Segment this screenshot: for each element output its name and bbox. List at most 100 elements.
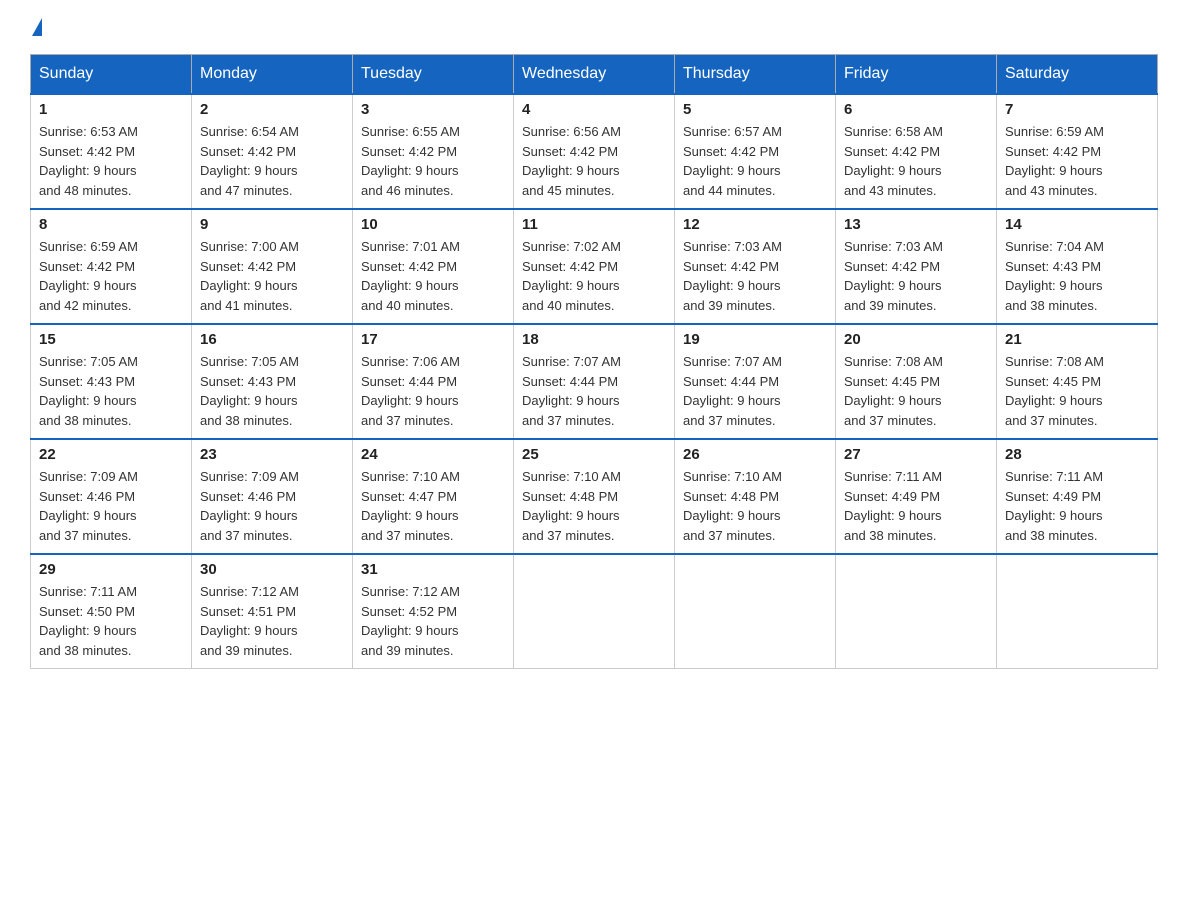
- calendar-cell: 19Sunrise: 7:07 AMSunset: 4:44 PMDayligh…: [675, 324, 836, 439]
- day-info: Sunrise: 6:55 AMSunset: 4:42 PMDaylight:…: [361, 122, 505, 200]
- calendar-cell: 2 Sunrise: 6:54 AMSunset: 4:42 PMDaylight…: [192, 94, 353, 209]
- day-number: 11: [522, 216, 666, 233]
- weekday-header-sunday: Sunday: [31, 55, 192, 95]
- day-number: 8: [39, 216, 183, 233]
- weekday-header-wednesday: Wednesday: [514, 55, 675, 95]
- weekday-header-tuesday: Tuesday: [353, 55, 514, 95]
- day-number: 14: [1005, 216, 1149, 233]
- calendar-cell: [675, 554, 836, 669]
- calendar-cell: 31 Sunrise: 7:12 AMSunset: 4:52 PMDayligh…: [353, 554, 514, 669]
- calendar-cell: 14 Sunrise: 7:04 AMSunset: 4:43 PMDayligh…: [997, 209, 1158, 324]
- calendar-cell: 21 Sunrise: 7:08 AMSunset: 4:45 PMDayligh…: [997, 324, 1158, 439]
- calendar-cell: 15 Sunrise: 7:05 AMSunset: 4:43 PMDayligh…: [31, 324, 192, 439]
- day-number: 15: [39, 331, 183, 348]
- day-info: Sunrise: 7:03 AMSunset: 4:42 PMDaylight:…: [683, 237, 827, 315]
- day-number: 24: [361, 446, 505, 463]
- day-info: Sunrise: 6:59 AMSunset: 4:42 PMDaylight:…: [1005, 122, 1149, 200]
- day-number: 4: [522, 101, 666, 118]
- day-info: Sunrise: 7:11 AMSunset: 4:50 PMDaylight:…: [39, 582, 183, 660]
- calendar-cell: 20 Sunrise: 7:08 AMSunset: 4:45 PMDayligh…: [836, 324, 997, 439]
- calendar-cell: 8 Sunrise: 6:59 AMSunset: 4:42 PMDaylight…: [31, 209, 192, 324]
- calendar-cell: 28 Sunrise: 7:11 AMSunset: 4:49 PMDayligh…: [997, 439, 1158, 554]
- calendar-cell: 9 Sunrise: 7:00 AMSunset: 4:42 PMDaylight…: [192, 209, 353, 324]
- day-info: Sunrise: 7:08 AMSunset: 4:45 PMDaylight:…: [1005, 352, 1149, 430]
- day-info: Sunrise: 7:01 AMSunset: 4:42 PMDaylight:…: [361, 237, 505, 315]
- day-info: Sunrise: 7:08 AMSunset: 4:45 PMDaylight:…: [844, 352, 988, 430]
- day-info: Sunrise: 7:05 AMSunset: 4:43 PMDaylight:…: [39, 352, 183, 430]
- header: [30, 20, 1158, 34]
- day-number: 20: [844, 331, 988, 348]
- calendar-week-row: 8 Sunrise: 6:59 AMSunset: 4:42 PMDaylight…: [31, 209, 1158, 324]
- weekday-header-thursday: Thursday: [675, 55, 836, 95]
- calendar-cell: [514, 554, 675, 669]
- day-info: Sunrise: 7:00 AMSunset: 4:42 PMDaylight:…: [200, 237, 344, 315]
- calendar-cell: 25 Sunrise: 7:10 AMSunset: 4:48 PMDayligh…: [514, 439, 675, 554]
- calendar-cell: 11 Sunrise: 7:02 AMSunset: 4:42 PMDayligh…: [514, 209, 675, 324]
- day-info: Sunrise: 7:10 AMSunset: 4:48 PMDaylight:…: [683, 467, 827, 545]
- calendar-cell: 3 Sunrise: 6:55 AMSunset: 4:42 PMDaylight…: [353, 94, 514, 209]
- day-info: Sunrise: 6:59 AMSunset: 4:42 PMDaylight:…: [39, 237, 183, 315]
- calendar-cell: [997, 554, 1158, 669]
- calendar-cell: 22 Sunrise: 7:09 AMSunset: 4:46 PMDayligh…: [31, 439, 192, 554]
- day-number: 27: [844, 446, 988, 463]
- day-number: 26: [683, 446, 827, 463]
- day-number: 12: [683, 216, 827, 233]
- calendar-cell: 6 Sunrise: 6:58 AMSunset: 4:42 PMDaylight…: [836, 94, 997, 209]
- day-info: Sunrise: 7:11 AMSunset: 4:49 PMDaylight:…: [1005, 467, 1149, 545]
- day-info: Sunrise: 7:06 AMSunset: 4:44 PMDaylight:…: [361, 352, 505, 430]
- day-number: 18: [522, 331, 666, 348]
- calendar-cell: 1 Sunrise: 6:53 AMSunset: 4:42 PMDaylight…: [31, 94, 192, 209]
- day-number: 3: [361, 101, 505, 118]
- calendar-cell: 27 Sunrise: 7:11 AMSunset: 4:49 PMDayligh…: [836, 439, 997, 554]
- day-number: 25: [522, 446, 666, 463]
- day-number: 23: [200, 446, 344, 463]
- day-number: 17: [361, 331, 505, 348]
- day-info: Sunrise: 6:54 AMSunset: 4:42 PMDaylight:…: [200, 122, 344, 200]
- day-info: Sunrise: 6:53 AMSunset: 4:42 PMDaylight:…: [39, 122, 183, 200]
- calendar-cell: 29 Sunrise: 7:11 AMSunset: 4:50 PMDayligh…: [31, 554, 192, 669]
- day-info: Sunrise: 6:56 AMSunset: 4:42 PMDaylight:…: [522, 122, 666, 200]
- calendar-cell: 5Sunrise: 6:57 AMSunset: 4:42 PMDaylight…: [675, 94, 836, 209]
- day-number: 9: [200, 216, 344, 233]
- calendar-table: SundayMondayTuesdayWednesdayThursdayFrid…: [30, 54, 1158, 669]
- day-info: Sunrise: 7:11 AMSunset: 4:49 PMDaylight:…: [844, 467, 988, 545]
- calendar-cell: 24 Sunrise: 7:10 AMSunset: 4:47 PMDayligh…: [353, 439, 514, 554]
- calendar-cell: 7 Sunrise: 6:59 AMSunset: 4:42 PMDaylight…: [997, 94, 1158, 209]
- day-number: 10: [361, 216, 505, 233]
- day-info: Sunrise: 7:07 AMSunset: 4:44 PMDaylight:…: [522, 352, 666, 430]
- day-info: Sunrise: 7:09 AMSunset: 4:46 PMDaylight:…: [39, 467, 183, 545]
- calendar-cell: 13 Sunrise: 7:03 AMSunset: 4:42 PMDayligh…: [836, 209, 997, 324]
- day-info: Sunrise: 7:10 AMSunset: 4:47 PMDaylight:…: [361, 467, 505, 545]
- day-number: 6: [844, 101, 988, 118]
- day-number: 1: [39, 101, 183, 118]
- calendar-cell: 16Sunrise: 7:05 AMSunset: 4:43 PMDayligh…: [192, 324, 353, 439]
- day-number: 31: [361, 561, 505, 578]
- day-number: 13: [844, 216, 988, 233]
- day-number: 28: [1005, 446, 1149, 463]
- day-number: 21: [1005, 331, 1149, 348]
- day-info: Sunrise: 7:12 AMSunset: 4:51 PMDaylight:…: [200, 582, 344, 660]
- day-number: 30: [200, 561, 344, 578]
- day-info: Sunrise: 7:04 AMSunset: 4:43 PMDaylight:…: [1005, 237, 1149, 315]
- calendar-cell: 26 Sunrise: 7:10 AMSunset: 4:48 PMDayligh…: [675, 439, 836, 554]
- day-info: Sunrise: 7:07 AMSunset: 4:44 PMDaylight:…: [683, 352, 827, 430]
- day-info: Sunrise: 7:10 AMSunset: 4:48 PMDaylight:…: [522, 467, 666, 545]
- calendar-week-row: 1 Sunrise: 6:53 AMSunset: 4:42 PMDaylight…: [31, 94, 1158, 209]
- calendar-cell: 17 Sunrise: 7:06 AMSunset: 4:44 PMDayligh…: [353, 324, 514, 439]
- logo-triangle-icon: [32, 18, 42, 36]
- calendar-cell: 23 Sunrise: 7:09 AMSunset: 4:46 PMDayligh…: [192, 439, 353, 554]
- day-info: Sunrise: 7:09 AMSunset: 4:46 PMDaylight:…: [200, 467, 344, 545]
- day-number: 2: [200, 101, 344, 118]
- day-number: 29: [39, 561, 183, 578]
- day-number: 22: [39, 446, 183, 463]
- day-info: Sunrise: 6:58 AMSunset: 4:42 PMDaylight:…: [844, 122, 988, 200]
- calendar-week-row: 22 Sunrise: 7:09 AMSunset: 4:46 PMDayligh…: [31, 439, 1158, 554]
- calendar-cell: 12 Sunrise: 7:03 AMSunset: 4:42 PMDayligh…: [675, 209, 836, 324]
- weekday-header-friday: Friday: [836, 55, 997, 95]
- day-info: Sunrise: 7:12 AMSunset: 4:52 PMDaylight:…: [361, 582, 505, 660]
- day-info: Sunrise: 7:03 AMSunset: 4:42 PMDaylight:…: [844, 237, 988, 315]
- day-info: Sunrise: 7:02 AMSunset: 4:42 PMDaylight:…: [522, 237, 666, 315]
- logo: [30, 20, 44, 34]
- weekday-header-saturday: Saturday: [997, 55, 1158, 95]
- day-number: 7: [1005, 101, 1149, 118]
